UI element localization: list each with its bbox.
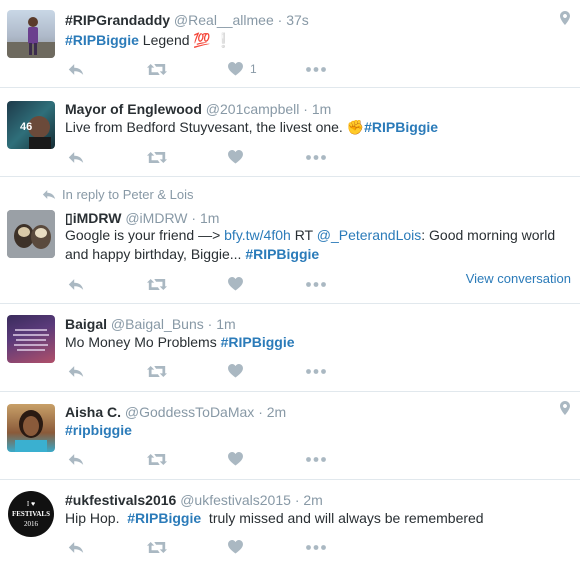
short-link[interactable]: bfy.tw/4f0h (224, 227, 291, 243)
like-count: 1 (250, 62, 257, 76)
hashtag-link[interactable]: #RIPBiggie (221, 334, 295, 350)
raised-fist-emoji: ✊ (346, 119, 365, 135)
reply-context[interactable]: In reply to Peter & Lois (42, 187, 194, 203)
hashtag-link[interactable]: #RIPBiggie (65, 32, 139, 48)
tweet-item[interactable]: I ♥ FESTIVALS 2016 #ukfestivals2016 @ukf… (0, 480, 580, 563)
tweet-item[interactable]: Baigal @Baigal_Buns · 1m Mo Money Mo Pro… (0, 304, 580, 392)
timestamp[interactable]: 2m (267, 404, 286, 420)
more-icon[interactable] (306, 537, 326, 557)
display-name[interactable]: Mayor of Englewood (65, 101, 202, 117)
tweet-item[interactable]: In reply to Peter & Lois ▯iMDRW @iMDRW ·… (0, 177, 580, 304)
username[interactable]: @201campbell (206, 101, 300, 117)
tweet-actions (65, 274, 365, 294)
display-name[interactable]: Aisha C. (65, 404, 121, 420)
location-pin-icon[interactable] (560, 401, 570, 415)
tweet-actions (65, 147, 365, 167)
retweet-icon[interactable] (147, 59, 167, 79)
more-icon[interactable] (306, 361, 326, 381)
timestamp[interactable]: 1m (216, 316, 235, 332)
reply-context-icon (42, 189, 56, 200)
tweet-text: #RIPBiggie Legend 💯 ❕ (65, 32, 233, 48)
username[interactable]: @GoddessToDaMax (125, 404, 254, 420)
display-name[interactable]: Baigal (65, 316, 107, 332)
tweet-header: ▯iMDRW @iMDRW · 1m (65, 210, 220, 226)
heart-icon (228, 62, 243, 76)
display-name[interactable]: iMDRW (73, 210, 122, 226)
tweet-item[interactable]: Aisha C. @GoddessToDaMax · 2m #ripbiggie (0, 392, 580, 480)
retweet-icon[interactable] (147, 147, 167, 167)
tweet-text: Live from Bedford Stuyvesant, the livest… (65, 119, 439, 135)
timestamp[interactable]: 2m (303, 492, 322, 508)
avatar[interactable] (7, 10, 55, 58)
more-icon[interactable] (306, 147, 326, 167)
hashtag-link[interactable]: #ripbiggie (65, 422, 132, 438)
heart-icon[interactable] (228, 147, 243, 167)
reply-icon[interactable] (67, 274, 85, 294)
tweet-actions (65, 361, 365, 381)
reply-icon[interactable] (67, 361, 85, 381)
tweet-text: Mo Money Mo Problems #RIPBiggie (65, 334, 295, 350)
reply-icon[interactable] (67, 449, 85, 469)
retweet-icon[interactable] (147, 274, 167, 294)
tweet-actions (65, 449, 365, 469)
avatar-logo-line2: FESTIVALS (12, 510, 50, 518)
exclamation-emoji: ❕ (210, 32, 233, 48)
avatar[interactable] (7, 210, 55, 258)
hashtag-link[interactable]: #RIPBiggie (245, 246, 319, 262)
tweet-text: Google is your friend —> bfy.tw/4f0h RT … (65, 227, 556, 262)
heart-icon[interactable] (228, 361, 243, 381)
avatar[interactable] (7, 404, 55, 452)
tweet-text: #ripbiggie (65, 421, 570, 440)
reply-icon[interactable] (67, 537, 85, 557)
heart-icon[interactable] (228, 537, 243, 557)
avatar-logo-line3: 2016 (24, 520, 39, 528)
tweet-actions: 1 (65, 59, 365, 79)
location-pin-icon[interactable] (560, 11, 570, 25)
view-conversation-link[interactable]: View conversation (466, 271, 571, 286)
tweet-header: Mayor of Englewood @201campbell · 1m (65, 101, 332, 117)
hashtag-link[interactable]: #RIPBiggie (364, 119, 438, 135)
tweet-header: Aisha C. @GoddessToDaMax · 2m (65, 404, 287, 420)
hashtag-link[interactable]: #RIPBiggie (127, 510, 201, 526)
username[interactable]: @Baigal_Buns (111, 316, 204, 332)
avatar-number: 46 (20, 121, 32, 133)
tweet-header: #RIPGrandaddy @Real__allmee · 37s (65, 12, 309, 28)
tweet-item[interactable]: #RIPGrandaddy @Real__allmee · 37s #RIPBi… (0, 0, 580, 88)
avatar-logo-line1: I ♥ (27, 500, 35, 508)
tweet-item[interactable]: 46 Mayor of Englewood @201campbell · 1m … (0, 88, 580, 177)
avatar[interactable] (7, 315, 55, 363)
tweet-actions (65, 537, 365, 557)
tweet-header: Baigal @Baigal_Buns · 1m (65, 316, 236, 332)
more-icon[interactable] (306, 59, 326, 79)
avatar[interactable]: I ♥ FESTIVALS 2016 (7, 490, 55, 538)
tweet-text: Hip Hop. #RIPBiggie truly missed and wil… (65, 510, 484, 526)
like-button[interactable]: 1 (228, 59, 257, 79)
retweet-icon[interactable] (147, 361, 167, 381)
more-icon[interactable] (306, 449, 326, 469)
tweet-header: #ukfestivals2016 @ukfestivals2015 · 2m (65, 492, 323, 508)
heart-icon[interactable] (228, 449, 243, 469)
hundred-points-emoji: 💯 (193, 32, 211, 48)
display-name[interactable]: #RIPGrandaddy (65, 12, 170, 28)
retweet-icon[interactable] (147, 449, 167, 469)
display-name[interactable]: #ukfestivals2016 (65, 492, 176, 508)
reply-icon[interactable] (67, 59, 85, 79)
username[interactable]: @ukfestivals2015 (180, 492, 291, 508)
reply-icon[interactable] (67, 147, 85, 167)
more-icon[interactable] (306, 274, 326, 294)
timestamp[interactable]: 1m (200, 210, 219, 226)
username[interactable]: @iMDRW (125, 210, 187, 226)
timestamp[interactable]: 1m (312, 101, 331, 117)
avatar[interactable]: 46 (7, 101, 55, 149)
timestamp[interactable]: 37s (286, 12, 309, 28)
username[interactable]: @Real__allmee (174, 12, 274, 28)
mention-link[interactable]: @_PeterandLois (317, 227, 422, 243)
heart-icon[interactable] (228, 274, 243, 294)
retweet-icon[interactable] (147, 537, 167, 557)
